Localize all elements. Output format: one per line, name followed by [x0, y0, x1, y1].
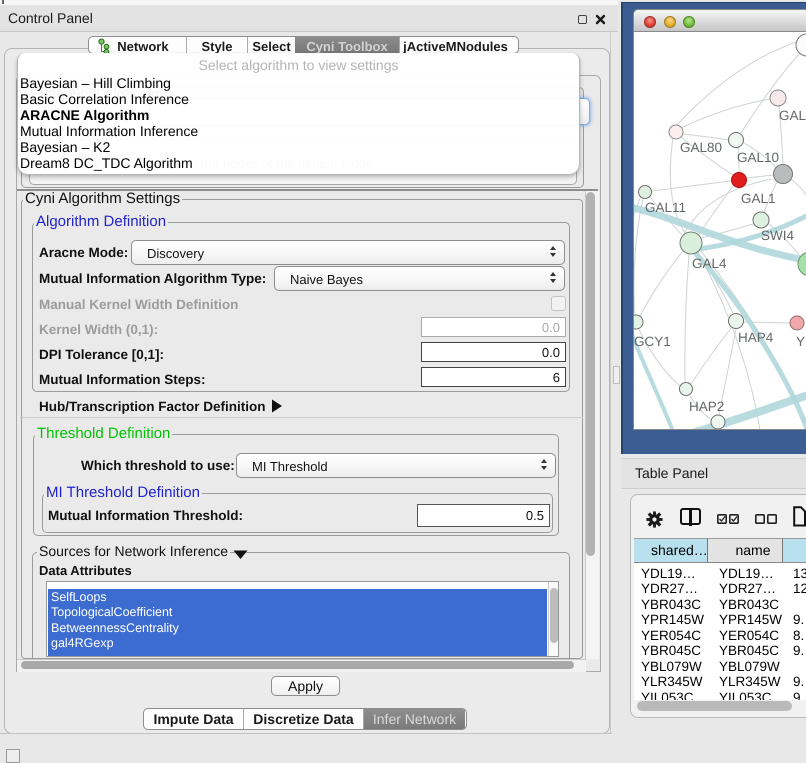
svg-text:HAP2: HAP2: [689, 399, 724, 414]
svg-text:GAL11: GAL11: [645, 200, 686, 215]
svg-text:GAL2: GAL2: [779, 108, 806, 123]
svg-text:GAL80: GAL80: [680, 140, 722, 155]
svg-text:GAL4: GAL4: [692, 256, 727, 271]
svg-text:GAL1: GAL1: [741, 191, 776, 206]
svg-text:YM: YM: [796, 334, 806, 349]
svg-text:GAL10: GAL10: [737, 150, 779, 165]
svg-text:GCY1: GCY1: [634, 334, 671, 349]
svg-text:HAP4: HAP4: [738, 330, 774, 345]
svg-text:SWI4: SWI4: [761, 228, 794, 243]
